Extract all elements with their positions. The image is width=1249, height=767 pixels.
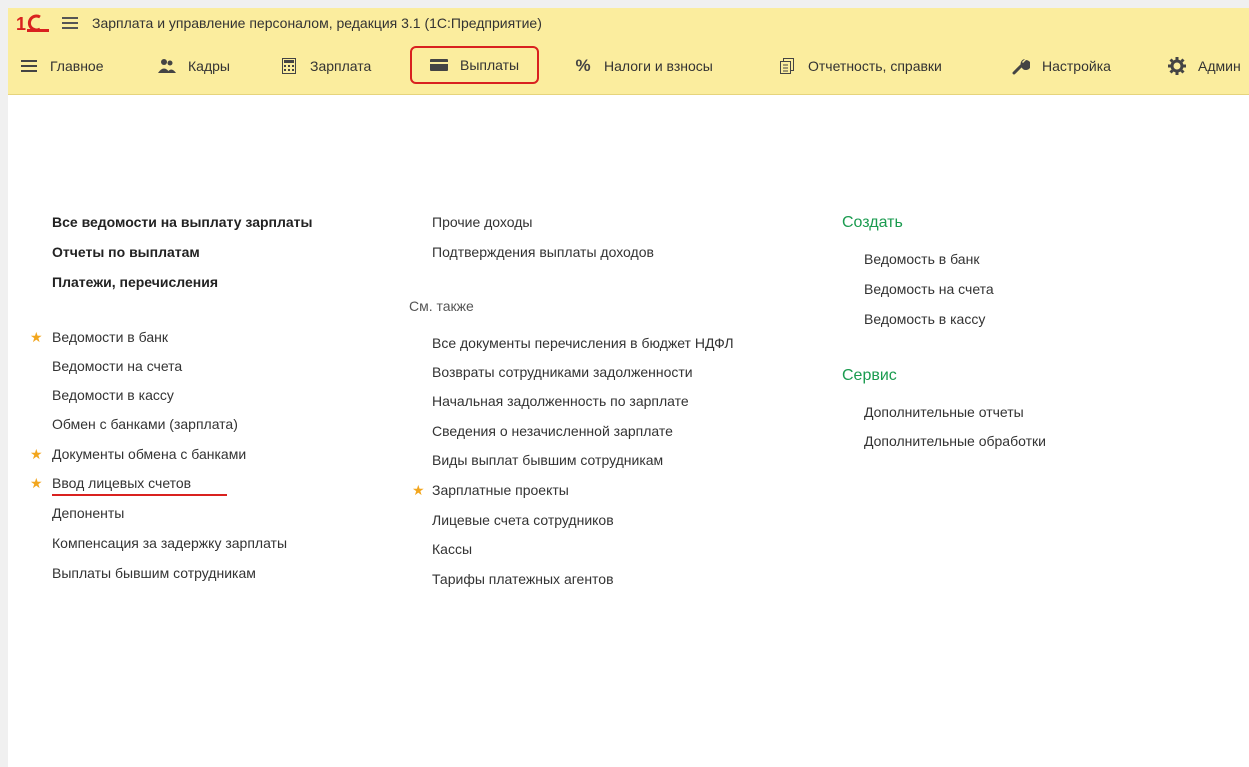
section-salary[interactable]: Зарплата — [280, 38, 371, 94]
link-bank-statements[interactable]: Ведомости в банк — [52, 329, 168, 345]
wrench-icon — [1012, 57, 1030, 75]
window-frame-left — [0, 0, 8, 767]
svg-text:1: 1 — [16, 14, 26, 34]
link-payment-reports[interactable]: Отчеты по выплатам — [52, 244, 200, 260]
link-account-statements[interactable]: Ведомости на счета — [52, 358, 182, 374]
link-income-confirmation[interactable]: Подтверждения выплаты доходов — [432, 244, 654, 260]
link-additional-reports[interactable]: Дополнительные отчеты — [864, 404, 1024, 420]
link-delay-compensation[interactable]: Компенсация за задержку зарплаты — [52, 535, 287, 551]
main-menu-icon[interactable] — [62, 16, 78, 30]
section-label: Налоги и взносы — [604, 58, 713, 74]
window-title: Зарплата и управление персоналом, редакц… — [92, 15, 542, 31]
section-label: Выплаты — [460, 57, 520, 73]
section-reports[interactable]: Отчетность, справки — [778, 38, 942, 94]
favorite-star-icon[interactable]: ★ — [30, 475, 43, 492]
window-frame-top — [0, 0, 1249, 8]
section-payments[interactable]: Выплаты — [410, 46, 540, 84]
link-personal-accounts-entry[interactable]: Ввод лицевых счетов — [52, 475, 191, 491]
favorite-star-icon[interactable]: ★ — [412, 482, 425, 499]
section-main[interactable]: Главное — [20, 38, 104, 94]
link-initial-salary-debt[interactable]: Начальная задолженность по зарплате — [432, 393, 689, 409]
section-label: Главное — [50, 58, 104, 74]
link-bank-exchange[interactable]: Обмен с банками (зарплата) — [52, 416, 238, 432]
link-ndfl-transfer-documents[interactable]: Все документы перечисления в бюджет НДФЛ — [432, 335, 734, 351]
link-create-cash-statement[interactable]: Ведомость в кассу — [864, 311, 985, 327]
link-payment-agent-tariffs[interactable]: Тарифы платежных агентов — [432, 571, 614, 587]
people-icon — [158, 57, 176, 75]
wallet-icon — [430, 56, 448, 74]
link-employee-debt-returns[interactable]: Возвраты сотрудниками задолженности — [432, 364, 693, 380]
section-label: Кадры — [188, 58, 230, 74]
gear-icon — [1168, 57, 1186, 75]
service-heading: Сервис — [842, 367, 897, 384]
link-additional-processing[interactable]: Дополнительные обработки — [864, 433, 1046, 449]
link-other-income[interactable]: Прочие доходы — [432, 214, 532, 230]
section-hr[interactable]: Кадры — [158, 38, 230, 94]
link-create-bank-statement[interactable]: Ведомость в банк — [864, 251, 979, 267]
section-admin[interactable]: Админ — [1168, 38, 1241, 94]
link-create-account-statement[interactable]: Ведомость на счета — [864, 281, 994, 297]
see-also-label: См. также — [409, 298, 474, 314]
link-former-employee-payment-types[interactable]: Виды выплат бывшим сотрудникам — [432, 452, 663, 468]
link-bank-exchange-documents[interactable]: Документы обмена с банками — [52, 446, 246, 462]
link-uncredited-salary[interactable]: Сведения о незачисленной зарплате — [432, 423, 673, 439]
section-settings[interactable]: Настройка — [1012, 38, 1111, 94]
section-label: Админ — [1198, 58, 1241, 74]
create-heading: Создать — [842, 214, 903, 231]
documents-icon — [778, 57, 796, 75]
link-former-employee-payments[interactable]: Выплаты бывшим сотрудникам — [52, 565, 256, 581]
section-label: Отчетность, справки — [808, 58, 942, 74]
1c-logo-icon: 1 — [16, 14, 49, 34]
percent-icon: % — [575, 56, 591, 75]
calculator-icon — [280, 57, 298, 75]
favorite-star-icon[interactable]: ★ — [30, 329, 43, 346]
link-salary-projects[interactable]: Зарплатные проекты — [432, 482, 569, 498]
section-label: Зарплата — [310, 58, 372, 74]
section-taxes[interactable]: % Налоги и взносы — [574, 38, 713, 94]
link-employee-personal-accounts[interactable]: Лицевые счета сотрудников — [432, 512, 614, 528]
link-all-payroll-statements[interactable]: Все ведомости на выплату зарплаты — [52, 214, 312, 230]
section-panel: Главное Кадры Зарплата Выплаты % Налоги … — [8, 38, 1249, 95]
favorite-star-icon[interactable]: ★ — [30, 446, 43, 463]
hamburger-icon — [20, 57, 38, 75]
title-bar: 1 Зарплата и управление персоналом, реда… — [8, 8, 1249, 38]
link-cash-statements[interactable]: Ведомости в кассу — [52, 387, 174, 403]
link-deposits[interactable]: Депоненты — [52, 505, 124, 521]
link-cash-desks[interactable]: Кассы — [432, 541, 472, 557]
section-label: Настройка — [1042, 58, 1111, 74]
highlight-underline — [52, 494, 227, 496]
link-payments-transfers[interactable]: Платежи, перечисления — [52, 274, 218, 290]
